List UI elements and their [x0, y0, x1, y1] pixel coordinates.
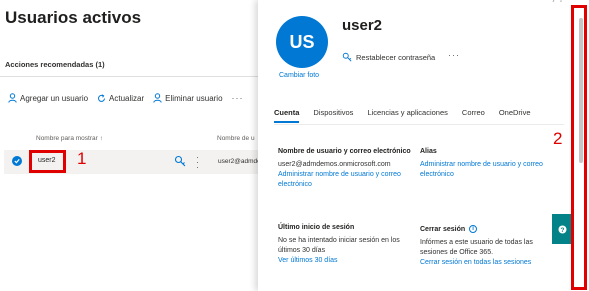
reset-password-button[interactable]: Restablecer contraseña: [342, 52, 435, 62]
users-page: Usuarios activos Acciones recomendadas (…: [0, 0, 258, 291]
reset-password-label: Restablecer contraseña: [356, 52, 436, 62]
last-signin-text: No se ha intentado iniciar sesión en los…: [278, 237, 400, 254]
annotation-box-1: [29, 150, 66, 173]
signout-all-link[interactable]: Cerrar sesión en todas las sesiones: [420, 258, 548, 268]
last-signin-section: Último inicio de sesión No se ha intenta…: [278, 223, 418, 266]
help-glyph: ?: [560, 227, 564, 234]
username-email-heading: Nombre de usuario y correo electrónico: [278, 148, 411, 155]
recommended-actions[interactable]: Acciones recomendadas (1): [5, 60, 105, 69]
alias-section: Alias Administrar nombre de usuario y co…: [420, 147, 560, 180]
avatar: US: [276, 16, 328, 68]
help-icon: ?: [558, 225, 566, 234]
help-button[interactable]: ?: [552, 214, 572, 244]
person-icon: [8, 93, 17, 103]
signout-heading-row: Cerrar sesión i: [420, 225, 548, 235]
checkmark-icon[interactable]: [12, 156, 22, 166]
tab-cuenta[interactable]: Cuenta: [274, 108, 300, 123]
username-email-section: Nombre de usuario y correo electrónico u…: [278, 147, 420, 190]
signout-section: Cerrar sesión i Infórmes a este usuario d…: [420, 225, 548, 268]
column-header-display-name[interactable]: Nombre para mostrar ↑: [36, 135, 103, 142]
manage-username-link[interactable]: Administrar nombre de usuario y correo e…: [278, 170, 420, 190]
tab-correo[interactable]: Correo: [462, 108, 485, 123]
toolbar: Agregar un usuario Actualizar Eliminar u…: [8, 93, 244, 103]
tab-divider: [274, 124, 564, 125]
manage-alias-link[interactable]: Administrar nombre de usuario y correo e…: [420, 160, 560, 180]
refresh-icon: [98, 93, 106, 102]
panel-user-name: user2: [342, 17, 383, 34]
annotation-number-2: 2: [553, 129, 563, 148]
info-icon[interactable]: i: [469, 225, 478, 234]
username-email-value: user2@admdemos.onmicrosoft.com: [278, 161, 391, 168]
key-icon[interactable]: [174, 155, 186, 167]
tab-onedrive[interactable]: OneDrive: [499, 108, 531, 123]
refresh-label: Actualizar: [109, 93, 145, 103]
add-user-label: Agregar un usuario: [20, 93, 89, 103]
add-user-button[interactable]: Agregar un usuario: [8, 93, 88, 103]
row-more-icon[interactable]: · · ·: [196, 153, 199, 172]
more-actions-icon[interactable]: ···: [232, 93, 244, 103]
delete-person-icon: [153, 93, 162, 103]
delete-user-button[interactable]: Eliminar usuario: [153, 93, 223, 103]
column-header-username[interactable]: Nombre de u: [217, 135, 255, 142]
page-title: Usuarios activos: [5, 8, 142, 27]
refresh-button[interactable]: Actualizar: [97, 94, 144, 103]
annotation-number-1: 1: [77, 149, 87, 168]
key-icon: [342, 52, 352, 62]
signout-text: Infórmes a este usuario de todas las ses…: [420, 239, 533, 256]
view-last-30-days-link[interactable]: Ver últimos 30 días: [278, 256, 418, 266]
tab-bar: Cuenta Dispositivos Licencias y aplicaci…: [274, 108, 545, 123]
signout-heading: Cerrar sesión: [420, 226, 466, 233]
row-username: user2@admdemos: [218, 158, 258, 165]
scrollbar-thumb[interactable]: [579, 18, 583, 163]
scrollbar[interactable]: [571, 5, 587, 290]
tab-dispositivos[interactable]: Dispositivos: [313, 108, 353, 123]
user-details-panel: ⁄ ? US Cambiar foto user2 Restablecer co…: [258, 0, 589, 291]
panel-more-icon[interactable]: ···: [448, 50, 460, 60]
last-signin-heading: Último inicio de sesión: [278, 224, 355, 231]
divider: [0, 76, 258, 77]
window-controls[interactable]: ⁄ ?: [554, 0, 564, 4]
delete-user-label: Eliminar usuario: [165, 93, 223, 103]
change-photo-link[interactable]: Cambiar foto: [279, 72, 319, 79]
alias-heading: Alias: [420, 148, 437, 155]
tab-licencias[interactable]: Licencias y aplicaciones: [367, 108, 447, 123]
